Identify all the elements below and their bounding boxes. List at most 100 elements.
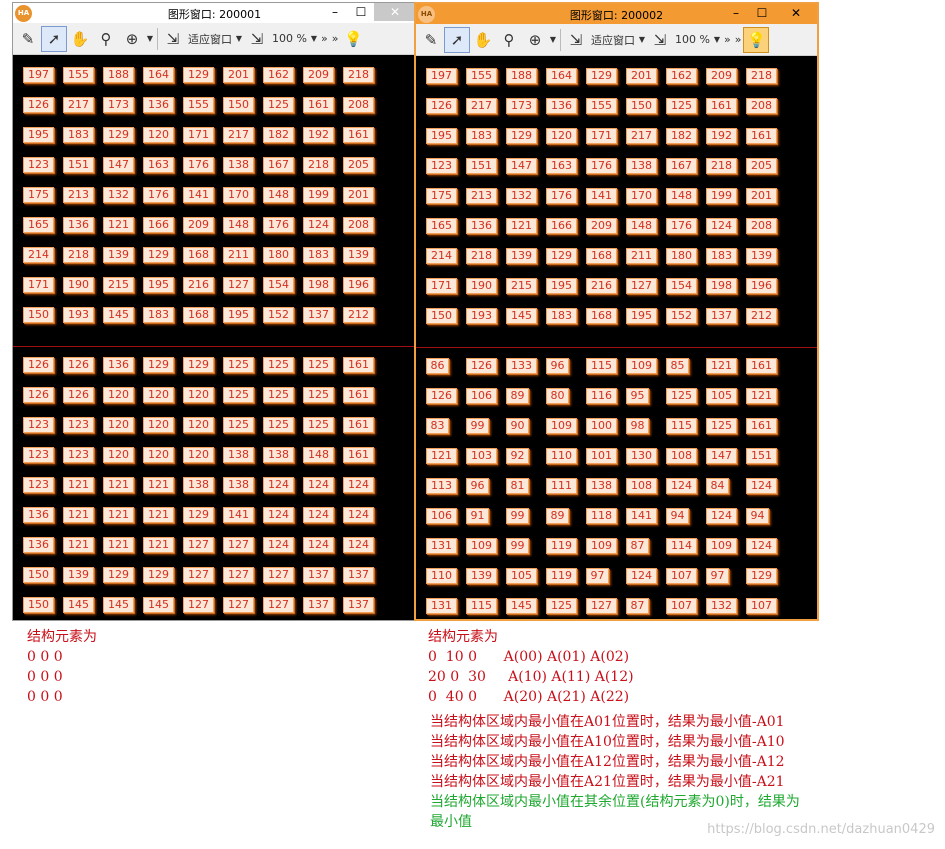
zoom-level-label[interactable]: 100 %: [270, 26, 309, 52]
pixel-value-label: 120: [143, 387, 174, 403]
pixel-value-label: 120: [183, 387, 214, 403]
pixel-value-label: 95: [626, 388, 649, 404]
lightbulb-icon[interactable]: 💡: [340, 26, 366, 52]
pixel-value-label: 214: [426, 248, 457, 264]
pixel-value-label: 120: [143, 447, 174, 463]
pixel-value-label: 147: [103, 157, 134, 173]
edit-pencil-icon[interactable]: ✎: [15, 26, 41, 52]
window-titlebar[interactable]: HA 图形窗口: 200002 – ☐ ✕: [416, 4, 817, 24]
pixel-value-label: 120: [546, 128, 577, 144]
pixel-value-label: 150: [23, 597, 54, 613]
pointer-arrow-icon[interactable]: ➚: [444, 26, 470, 53]
pixel-value-label: 216: [183, 277, 214, 293]
toolbar-overflow-button-2[interactable]: »: [330, 26, 341, 52]
zoom-dropdown-chevron-icon[interactable]: ▼: [145, 26, 155, 52]
image-canvas[interactable]: 197 155 188 164 129 201 162 209 218 126 217 173 136 1…: [13, 55, 416, 620]
toolbar-overflow-button[interactable]: »: [722, 27, 733, 53]
graphics-window-1[interactable]: HA 图形窗口: 200001 – ☐ ✕ ✎ ➚ ✋ ⚲ ⊕ ▼ ⇲ 适应窗口…: [12, 2, 417, 621]
pixel-value-label: 164: [143, 67, 174, 83]
pixel-value-label: 136: [466, 218, 497, 234]
zoom-in-icon[interactable]: ⊕: [119, 26, 145, 52]
pixel-value-label: 147: [506, 158, 537, 174]
zoom-level-chevron-icon[interactable]: ▼: [712, 27, 722, 53]
pointer-arrow-icon[interactable]: ➚: [41, 25, 67, 52]
pixel-value-label: 124: [263, 507, 294, 523]
pan-hand-icon[interactable]: ✋: [470, 27, 496, 53]
window-controls: – ☐ ✕: [723, 4, 817, 22]
pixel-value-label: 151: [63, 157, 94, 173]
pixel-value-label: 147: [706, 448, 737, 464]
magnifier-icon[interactable]: ⚲: [496, 27, 522, 53]
pixel-value-label: 217: [466, 98, 497, 114]
close-button[interactable]: ✕: [775, 4, 817, 22]
pixel-value-label: 195: [223, 307, 254, 323]
pixel-value-label: 173: [506, 98, 537, 114]
pixel-value-label: 168: [586, 308, 617, 324]
pixel-value-label: 126: [23, 357, 54, 373]
pixel-value-label: 180: [666, 248, 697, 264]
pixel-value-label: 120: [143, 127, 174, 143]
toolbar-overflow-button[interactable]: »: [319, 26, 330, 52]
pixel-value-label: 125: [223, 387, 254, 403]
zoom-level-label[interactable]: 100 %: [673, 27, 712, 53]
edit-pencil-icon[interactable]: ✎: [418, 27, 444, 53]
pixel-value-label: 198: [303, 277, 334, 293]
pixel-value-label: 116: [586, 388, 617, 404]
graphics-window-2[interactable]: HA 图形窗口: 200002 – ☐ ✕ ✎ ➚ ✋ ⚲ ⊕ ▼ ⇲ 适应窗口…: [414, 2, 819, 621]
minimize-button[interactable]: –: [723, 4, 749, 22]
pixel-value-label: 124: [626, 568, 657, 584]
close-button[interactable]: ✕: [374, 3, 416, 21]
window-titlebar[interactable]: HA 图形窗口: 200001 – ☐ ✕: [13, 3, 416, 23]
structure-element-heading-left: 结构元素为: [27, 629, 97, 645]
pixel-value-label: 121: [143, 537, 174, 553]
pixel-value-label: 139: [343, 247, 374, 263]
pixel-value-label: 121: [746, 388, 777, 404]
pixel-value-label: 125: [263, 417, 294, 433]
maximize-button[interactable]: ☐: [749, 4, 775, 22]
image-canvas[interactable]: 197 155 188 164 129 201 162 209 218 126 217 173 136 1…: [416, 56, 817, 619]
fit-window-label[interactable]: 适应窗口: [589, 27, 637, 53]
maximize-button[interactable]: ☐: [348, 3, 374, 21]
toolbar-overflow-button-2[interactable]: »: [733, 27, 744, 53]
pixel-value-label: 150: [23, 567, 54, 583]
fit-dropdown-chevron-icon[interactable]: ▼: [234, 26, 244, 52]
pixel-value-label: 111: [546, 478, 577, 494]
pixel-value-label: 92: [506, 448, 529, 464]
fit-window-icon[interactable]: ⇲: [160, 26, 186, 52]
pixel-value-label: 192: [706, 128, 737, 144]
pixel-value-label: 99: [506, 538, 529, 554]
minimize-button[interactable]: –: [322, 3, 348, 21]
pixel-value-label: 161: [706, 98, 737, 114]
zoom-dropdown-chevron-icon[interactable]: ▼: [548, 27, 558, 53]
toolbar-divider: [560, 28, 561, 51]
pixel-value-label: 126: [23, 97, 54, 113]
pan-hand-icon[interactable]: ✋: [67, 26, 93, 52]
pixel-value-label: 115: [466, 598, 497, 614]
pixel-value-label: 167: [666, 158, 697, 174]
lightbulb-icon[interactable]: 💡: [743, 26, 770, 53]
fit-window-icon[interactable]: ⇲: [563, 27, 589, 53]
pixel-value-label: 89: [546, 508, 569, 524]
fit-window-label[interactable]: 适应窗口: [186, 26, 234, 52]
pixel-value-label: 151: [746, 448, 777, 464]
pixel-value-label: 124: [746, 538, 777, 554]
pixel-value-label: 115: [586, 358, 617, 374]
pixel-value-label: 136: [103, 357, 134, 373]
pixel-value-label: 211: [223, 247, 254, 263]
zoom-percent-icon[interactable]: ⇲: [244, 26, 270, 52]
magnifier-icon[interactable]: ⚲: [93, 26, 119, 52]
zoom-percent-icon[interactable]: ⇲: [647, 27, 673, 53]
pixel-value-label: 127: [183, 597, 214, 613]
pixel-value-label: 167: [263, 157, 294, 173]
window-toolbar: ✎ ➚ ✋ ⚲ ⊕ ▼ ⇲ 适应窗口 ▼ ⇲ 100 % ▼ » » 💡: [416, 24, 817, 56]
zoom-level-chevron-icon[interactable]: ▼: [309, 26, 319, 52]
fit-dropdown-chevron-icon[interactable]: ▼: [637, 27, 647, 53]
pixel-value-label: 126: [63, 357, 94, 373]
zoom-in-icon[interactable]: ⊕: [522, 27, 548, 53]
pixel-value-label: 208: [343, 217, 374, 233]
pixel-value-label: 176: [586, 158, 617, 174]
pixel-value-label: 148: [666, 188, 697, 204]
pixel-value-label: 118: [586, 508, 617, 524]
pixel-value-label: 138: [183, 477, 214, 493]
pixel-value-label: 125: [303, 417, 334, 433]
